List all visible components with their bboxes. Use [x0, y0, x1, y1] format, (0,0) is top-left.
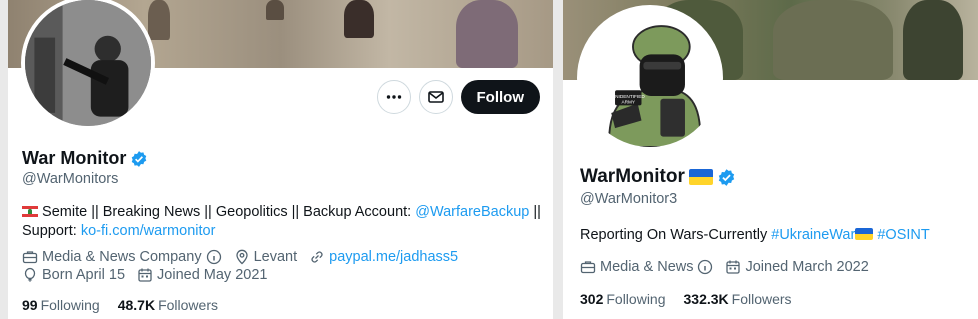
following-count-link[interactable]: 99 Following — [22, 297, 100, 313]
followers-count-link[interactable]: 48.7K Followers — [118, 297, 218, 313]
birthday-text: Born April 15 — [42, 267, 126, 283]
calendar-icon — [726, 260, 741, 274]
calendar-icon — [138, 268, 152, 282]
profile-avatar[interactable]: UNIDENTIFIED ARMY — [577, 5, 723, 151]
display-name: WarMonitor — [580, 166, 736, 188]
verified-badge-icon[interactable] — [130, 150, 148, 168]
army-patch-text: UNIDENTIFIED — [612, 94, 646, 100]
hashtag-osint[interactable]: #OSINT — [877, 227, 929, 243]
birthday-item: Born April 15 — [22, 267, 125, 283]
profile-card-war-monitor3: UNIDENTIFIED ARMY WarMonitor @WarMonitor… — [563, 0, 978, 319]
followers-label: Followers — [731, 291, 792, 307]
location-item: Levant — [234, 249, 298, 265]
verified-badge-icon[interactable] — [717, 168, 736, 187]
more-dots-icon — [386, 95, 401, 99]
bio-text: Semite || Breaking News || Geopolitics |… — [42, 204, 416, 220]
display-name-text: WarMonitor — [580, 166, 685, 187]
following-label: Following — [606, 291, 666, 307]
location-text: Levant — [253, 249, 298, 265]
envelope-icon — [427, 91, 444, 103]
category-item: Media & News — [580, 259, 713, 275]
briefcase-icon — [22, 251, 38, 264]
profile-meta: Media & News Company Levant paypal.me/ja… — [22, 249, 542, 283]
user-handle: @WarMonitors — [22, 171, 119, 187]
balloon-icon — [24, 267, 36, 282]
joined-item: Joined March 2022 — [725, 259, 869, 275]
display-name-text: War Monitor — [22, 148, 127, 168]
following-count-link[interactable]: 302 Following — [580, 291, 666, 307]
bio-support-label: Support: — [22, 223, 81, 239]
profile-actions: Follow — [376, 80, 540, 114]
followers-count-link[interactable]: 332.3K Followers — [684, 291, 792, 307]
bio-mention-link[interactable]: @WarfareBackup — [415, 204, 529, 220]
bio-text-end: || — [529, 204, 541, 220]
display-name: War Monitor — [22, 148, 148, 169]
category-text: Media & News Company — [42, 249, 202, 265]
joined-text: Joined March 2022 — [745, 259, 869, 275]
follow-counts: 99 Following 48.7K Followers — [22, 297, 218, 313]
follow-counts: 302 Following 332.3K Followers — [580, 291, 792, 307]
followers-count: 332.3K — [683, 291, 729, 307]
following-label: Following — [40, 297, 100, 313]
category-item: Media & News Company — [22, 249, 222, 265]
follow-button[interactable]: Follow — [460, 80, 540, 114]
joined-text: Joined May 2021 — [157, 267, 268, 283]
joined-item: Joined May 2021 — [137, 267, 267, 283]
profile-meta: Media & News Joined March 2022 — [580, 259, 970, 275]
ukraine-flag-emoji — [855, 228, 874, 240]
briefcase-icon — [580, 261, 596, 274]
profile-avatar[interactable] — [21, 0, 155, 130]
more-options-button[interactable] — [376, 80, 411, 114]
link-icon — [311, 251, 323, 263]
soldier-avatar-image: UNIDENTIFIED ARMY — [581, 9, 719, 147]
bio-support-link[interactable]: ko-fi.com/warmonitor — [81, 223, 216, 239]
info-icon[interactable] — [206, 249, 222, 265]
category-text: Media & News — [600, 259, 694, 275]
bio-text: Reporting On Wars-Currently — [580, 227, 772, 243]
profile-bio: Reporting On Wars-Currently #UkraineWar … — [580, 226, 970, 245]
following-count: 302 — [580, 291, 604, 307]
ukraine-flag-emoji — [688, 169, 713, 185]
website-item: paypal.me/jadhass5 — [309, 249, 458, 265]
website-link[interactable]: paypal.me/jadhass5 — [329, 249, 458, 265]
lebanon-flag-emoji — [22, 206, 38, 217]
info-icon[interactable] — [697, 259, 713, 275]
location-pin-icon — [235, 249, 248, 265]
avatar-photo — [25, 0, 151, 126]
following-count: 99 — [22, 297, 38, 313]
followers-label: Followers — [158, 297, 218, 313]
profile-card-war-monitors: Follow War Monitor @WarMonitors Semite |… — [8, 0, 553, 319]
user-handle: @WarMonitor3 — [580, 191, 678, 207]
svg-text:ARMY: ARMY — [621, 100, 635, 106]
followers-count: 48.7K — [117, 297, 156, 313]
hashtag-ukrainewar[interactable]: #UkraineWar — [771, 227, 855, 243]
profile-bio: Semite || Breaking News || Geopolitics |… — [22, 203, 542, 241]
message-button[interactable] — [418, 80, 453, 114]
